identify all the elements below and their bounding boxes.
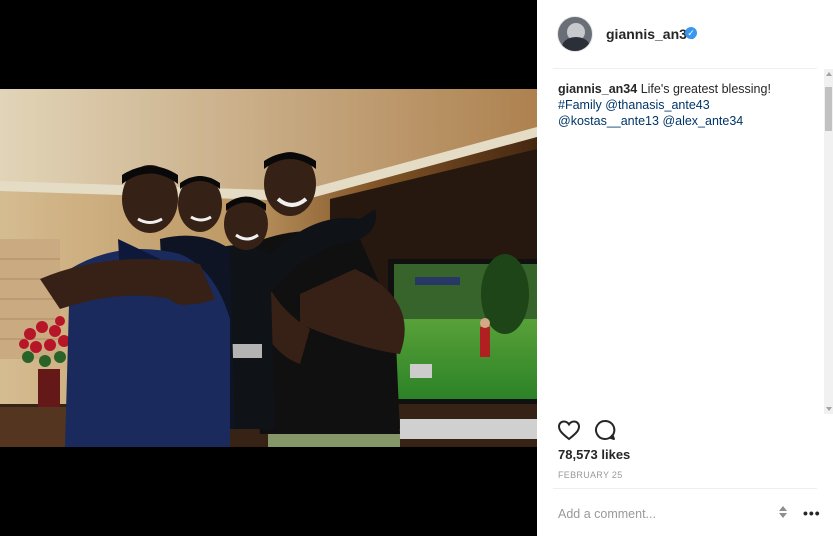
post-actions bbox=[537, 414, 833, 446]
post-side-panel: giannis_an34 ✓ giannis_an34 Life's great… bbox=[537, 0, 833, 536]
more-options-button[interactable]: ••• bbox=[803, 506, 821, 520]
mention-link-alex[interactable]: @alex_ante34 bbox=[662, 114, 743, 128]
comment-bubble-icon bbox=[595, 419, 616, 440]
instagram-post: giannis_an34 ✓ giannis_an34 Life's great… bbox=[0, 0, 833, 536]
family-photo-image bbox=[0, 89, 537, 447]
scroll-thumb[interactable] bbox=[825, 87, 832, 131]
likes-count[interactable]: 78,573 likes bbox=[558, 447, 630, 462]
resize-arrows-icon[interactable] bbox=[777, 505, 789, 519]
comment-divider bbox=[553, 488, 817, 489]
post-caption: giannis_an34 Life's greatest blessing! #… bbox=[558, 81, 813, 129]
comments-section: giannis_an34 Life's greatest blessing! #… bbox=[537, 69, 833, 411]
verified-badge-icon: ✓ bbox=[685, 27, 697, 39]
post-media bbox=[0, 0, 537, 536]
scroll-down-arrow-icon[interactable] bbox=[825, 407, 832, 411]
scroll-up-arrow-icon[interactable] bbox=[825, 72, 832, 76]
comment-button[interactable] bbox=[593, 418, 619, 444]
avatar[interactable] bbox=[557, 16, 593, 52]
username-link[interactable]: giannis_an34 bbox=[606, 26, 695, 42]
post-date[interactable]: FEBRUARY 25 bbox=[558, 470, 623, 480]
mention-link-kostas[interactable]: @kostas__ante13 bbox=[558, 114, 659, 128]
hashtag-link-family[interactable]: #Family bbox=[558, 98, 602, 112]
like-button[interactable] bbox=[557, 418, 583, 444]
caption-text: Life's greatest blessing! bbox=[640, 82, 771, 96]
add-comment-input[interactable] bbox=[558, 505, 758, 523]
mention-link-thanasis[interactable]: @thanasis_ante43 bbox=[605, 98, 709, 112]
comments-scrollbar[interactable] bbox=[824, 69, 833, 414]
caption-username-link[interactable]: giannis_an34 bbox=[558, 82, 637, 96]
post-header: giannis_an34 ✓ bbox=[537, 0, 833, 68]
heart-icon bbox=[557, 420, 581, 441]
post-photo[interactable] bbox=[0, 89, 537, 447]
